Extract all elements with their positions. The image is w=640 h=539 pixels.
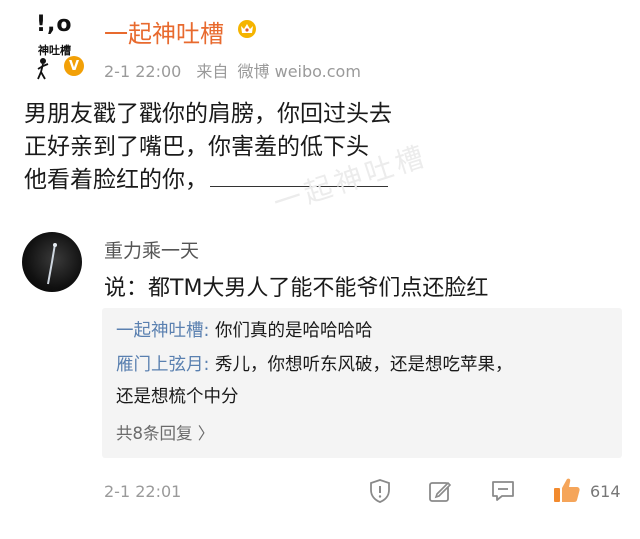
commenter-name[interactable]: 重力乘一天 xyxy=(104,236,199,263)
crown-icon xyxy=(238,20,256,38)
reply-item: 雁门上弦月: 秀儿，你想听东风破，还是想吃苹果， xyxy=(116,352,512,378)
reply-thread[interactable]: 一起神吐槽: 你们真的是哈哈哈哈 雁门上弦月: 秀儿，你想听东风破，还是想吃苹果… xyxy=(102,308,622,458)
more-replies-link[interactable]: 共8条回复 〉 xyxy=(116,420,214,444)
reply-text: 你们真的是哈哈哈哈 xyxy=(209,321,373,341)
post-source-prefix: 来自 xyxy=(196,62,229,81)
like-icon[interactable] xyxy=(552,476,582,504)
reply-text-continued: 还是想梳个中分 xyxy=(116,387,239,407)
post-time: 2-1 22:00 xyxy=(104,62,182,81)
verified-badge-icon: V xyxy=(64,56,84,76)
commenter-avatar[interactable] xyxy=(22,232,82,292)
reply-user[interactable]: 雁门上弦月: xyxy=(116,355,209,375)
comment-icon[interactable] xyxy=(490,479,516,503)
logo-mark: !,o xyxy=(36,12,73,37)
post-author-name[interactable]: 一起神吐槽 xyxy=(104,14,224,49)
post-source[interactable]: 微博 weibo.com xyxy=(238,62,361,81)
reply-text: 秀儿，你想听东风破，还是想吃苹果， xyxy=(209,355,513,375)
avatar-image-icon xyxy=(47,243,57,285)
comment-text: 说：都TM大男人了能不能爷们点还脸红 xyxy=(104,276,489,301)
post-line: 男朋友戳了戳你的肩膀，你回过头去 xyxy=(24,101,392,127)
logo-figure-icon xyxy=(37,58,49,80)
post-meta: 2-1 22:00 来自 微博 weibo.com xyxy=(104,58,371,82)
logo-text: 神吐槽 xyxy=(38,44,71,57)
edit-icon[interactable] xyxy=(428,479,452,503)
reply-user[interactable]: 一起神吐槽: xyxy=(116,321,209,341)
comment-time: 2-1 22:01 xyxy=(104,482,182,501)
post-line: 正好亲到了嘴巴，你害羞的低下头 xyxy=(24,134,369,160)
like-count: 614 xyxy=(590,482,621,501)
report-icon[interactable] xyxy=(368,478,392,504)
reply-item: 一起神吐槽: 你们真的是哈哈哈哈 xyxy=(116,318,372,344)
